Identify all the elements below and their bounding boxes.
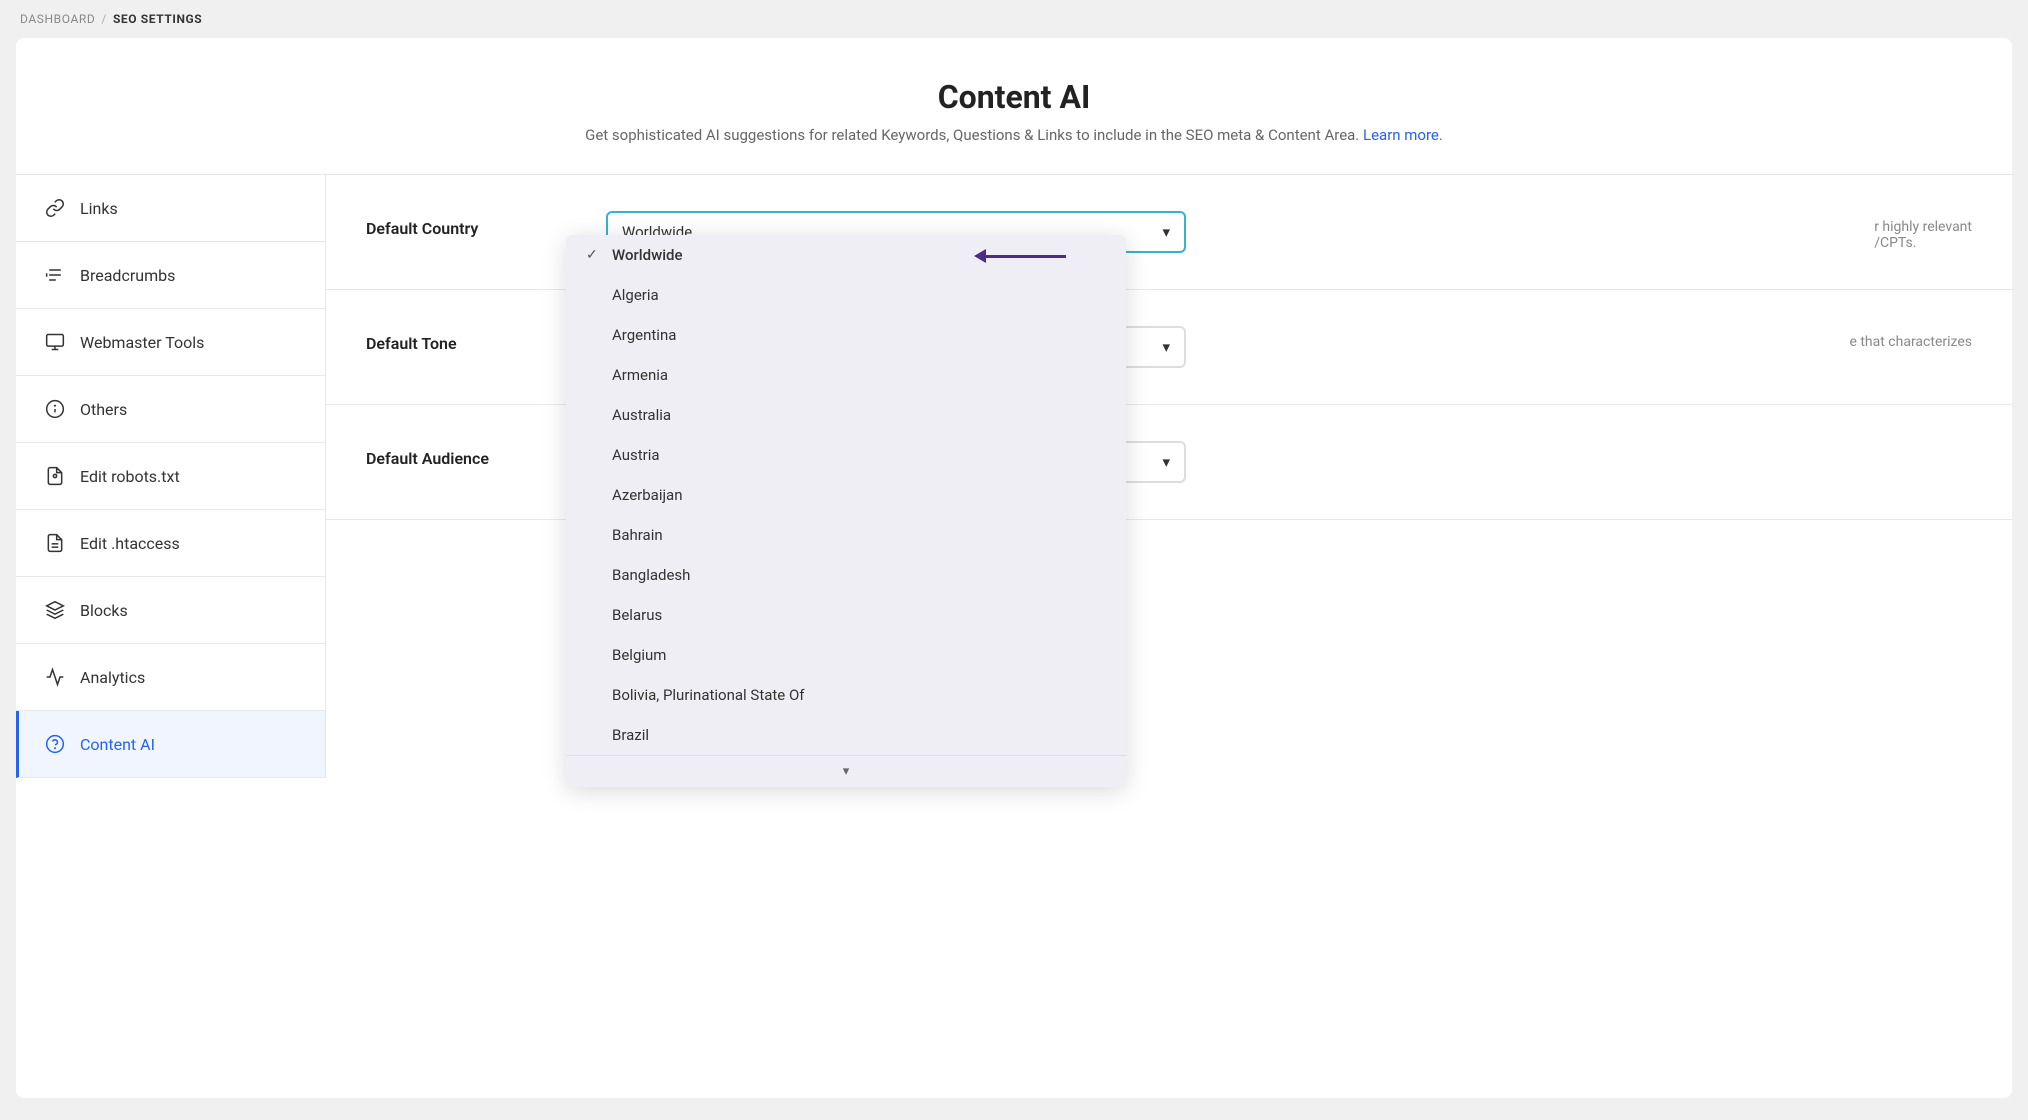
sidebar-label-webmaster: Webmaster Tools	[80, 333, 204, 352]
others-icon	[44, 398, 66, 420]
arrow-line	[986, 255, 1066, 258]
dropdown-label-belarus: Belarus	[612, 606, 662, 624]
sidebar-item-breadcrumbs[interactable]: Breadcrumbs	[16, 242, 325, 309]
sidebar-label-analytics: Analytics	[80, 668, 145, 687]
learn-more-link[interactable]: Learn more	[1363, 126, 1439, 144]
breadcrumb-current: SEO SETTINGS	[113, 12, 202, 26]
breadcrumb-dashboard[interactable]: DASHBOARD	[20, 12, 95, 26]
dropdown-item-bahrain[interactable]: Bahrain	[566, 515, 1126, 555]
dropdown-label-algeria: Algeria	[612, 286, 659, 304]
main-content: Default Country Worldwide ▾ r highly rel…	[326, 175, 2012, 778]
dropdown-item-australia[interactable]: Australia	[566, 395, 1126, 435]
arrow-head	[974, 249, 986, 263]
links-icon	[44, 197, 66, 219]
sidebar-label-htaccess: Edit .htaccess	[80, 534, 180, 553]
page-title: Content AI	[36, 78, 1992, 116]
dropdown-label-argentina: Argentina	[612, 326, 676, 344]
dropdown-item-bolivia[interactable]: Bolivia, Plurinational State Of	[566, 675, 1126, 715]
breadcrumbs-icon	[44, 264, 66, 286]
label-default-tone: Default Tone	[366, 326, 566, 353]
dropdown-footer[interactable]: ▾	[566, 755, 1126, 787]
chevron-down-icon: ▾	[843, 764, 850, 779]
dropdown-item-bangladesh[interactable]: Bangladesh	[566, 555, 1126, 595]
label-default-audience: Default Audience	[366, 441, 566, 468]
dropdown-chevron-icon: ▾	[1162, 223, 1170, 241]
sidebar-label-others: Others	[80, 400, 127, 419]
header-description: Get sophisticated AI suggestions for rel…	[36, 126, 1992, 144]
dropdown-label-bahrain: Bahrain	[612, 526, 663, 544]
card-header: Content AI Get sophisticated AI suggesti…	[16, 38, 2012, 175]
dropdown-item-belgium[interactable]: Belgium	[566, 635, 1126, 675]
label-default-country: Default Country	[366, 211, 566, 238]
sidebar-label-blocks: Blocks	[80, 601, 128, 620]
dropdown-item-algeria[interactable]: Algeria	[566, 275, 1126, 315]
sidebar: Links Breadcrumbs	[16, 175, 326, 778]
sidebar-item-others[interactable]: Others	[16, 376, 325, 443]
dropdown-item-azerbaijan[interactable]: Azerbaijan	[566, 475, 1126, 515]
dropdown-item-argentina[interactable]: Argentina	[566, 315, 1126, 355]
sidebar-label-links: Links	[80, 199, 118, 218]
content-ai-icon	[44, 733, 66, 755]
htaccess-icon	[44, 532, 66, 554]
sidebar-label-breadcrumbs: Breadcrumbs	[80, 266, 175, 285]
dropdown-label-austria: Austria	[612, 446, 660, 464]
breadcrumb: DASHBOARD / SEO SETTINGS	[0, 0, 2028, 38]
checkmark-icon: ✓	[586, 247, 602, 263]
sidebar-item-links[interactable]: Links	[16, 175, 325, 242]
webmaster-icon	[44, 331, 66, 353]
breadcrumb-separator: /	[101, 12, 107, 26]
sidebar-item-content-ai[interactable]: Content AI	[16, 711, 325, 778]
dropdown-item-armenia[interactable]: Armenia	[566, 355, 1126, 395]
dropdown-label-australia: Australia	[612, 406, 671, 424]
row-right-text-tone: e that characterizes	[1849, 326, 1972, 350]
sidebar-label-robots: Edit robots.txt	[80, 467, 180, 486]
analytics-icon	[44, 666, 66, 688]
audience-chevron-icon: ▾	[1162, 453, 1170, 471]
dropdown-label-bolivia: Bolivia, Plurinational State Of	[612, 686, 805, 704]
sidebar-item-analytics[interactable]: Analytics	[16, 644, 325, 711]
dropdown-label-brazil: Brazil	[612, 726, 649, 744]
dropdown-label-belgium: Belgium	[612, 646, 666, 664]
sidebar-item-htaccess[interactable]: Edit .htaccess	[16, 510, 325, 577]
dropdown-item-austria[interactable]: Austria	[566, 435, 1126, 475]
dropdown-label-armenia: Armenia	[612, 366, 668, 384]
robots-icon	[44, 465, 66, 487]
dropdown-label-azerbaijan: Azerbaijan	[612, 486, 683, 504]
dropdown-label-worldwide: Worldwide	[612, 246, 683, 264]
dropdown-label-bangladesh: Bangladesh	[612, 566, 690, 584]
sidebar-item-blocks[interactable]: Blocks	[16, 577, 325, 644]
card-body: Links Breadcrumbs	[16, 175, 2012, 778]
arrow-annotation	[974, 249, 1066, 263]
main-card: Content AI Get sophisticated AI suggesti…	[16, 38, 2012, 1098]
dropdown-item-worldwide[interactable]: ✓ Worldwide	[566, 235, 1126, 275]
dropdown-item-belarus[interactable]: Belarus	[566, 595, 1126, 635]
blocks-icon	[44, 599, 66, 621]
sidebar-label-content-ai: Content AI	[80, 735, 155, 754]
row-right-text-country: r highly relevant/CPTs.	[1874, 211, 1972, 251]
setting-row-country: Default Country Worldwide ▾ r highly rel…	[326, 175, 2012, 290]
dropdown-item-brazil[interactable]: Brazil	[566, 715, 1126, 755]
sidebar-item-webmaster-tools[interactable]: Webmaster Tools	[16, 309, 325, 376]
tone-chevron-icon: ▾	[1162, 338, 1170, 356]
sidebar-item-robots[interactable]: Edit robots.txt	[16, 443, 325, 510]
country-dropdown-menu: ✓ Worldwide Algeria Argen	[566, 235, 1126, 787]
